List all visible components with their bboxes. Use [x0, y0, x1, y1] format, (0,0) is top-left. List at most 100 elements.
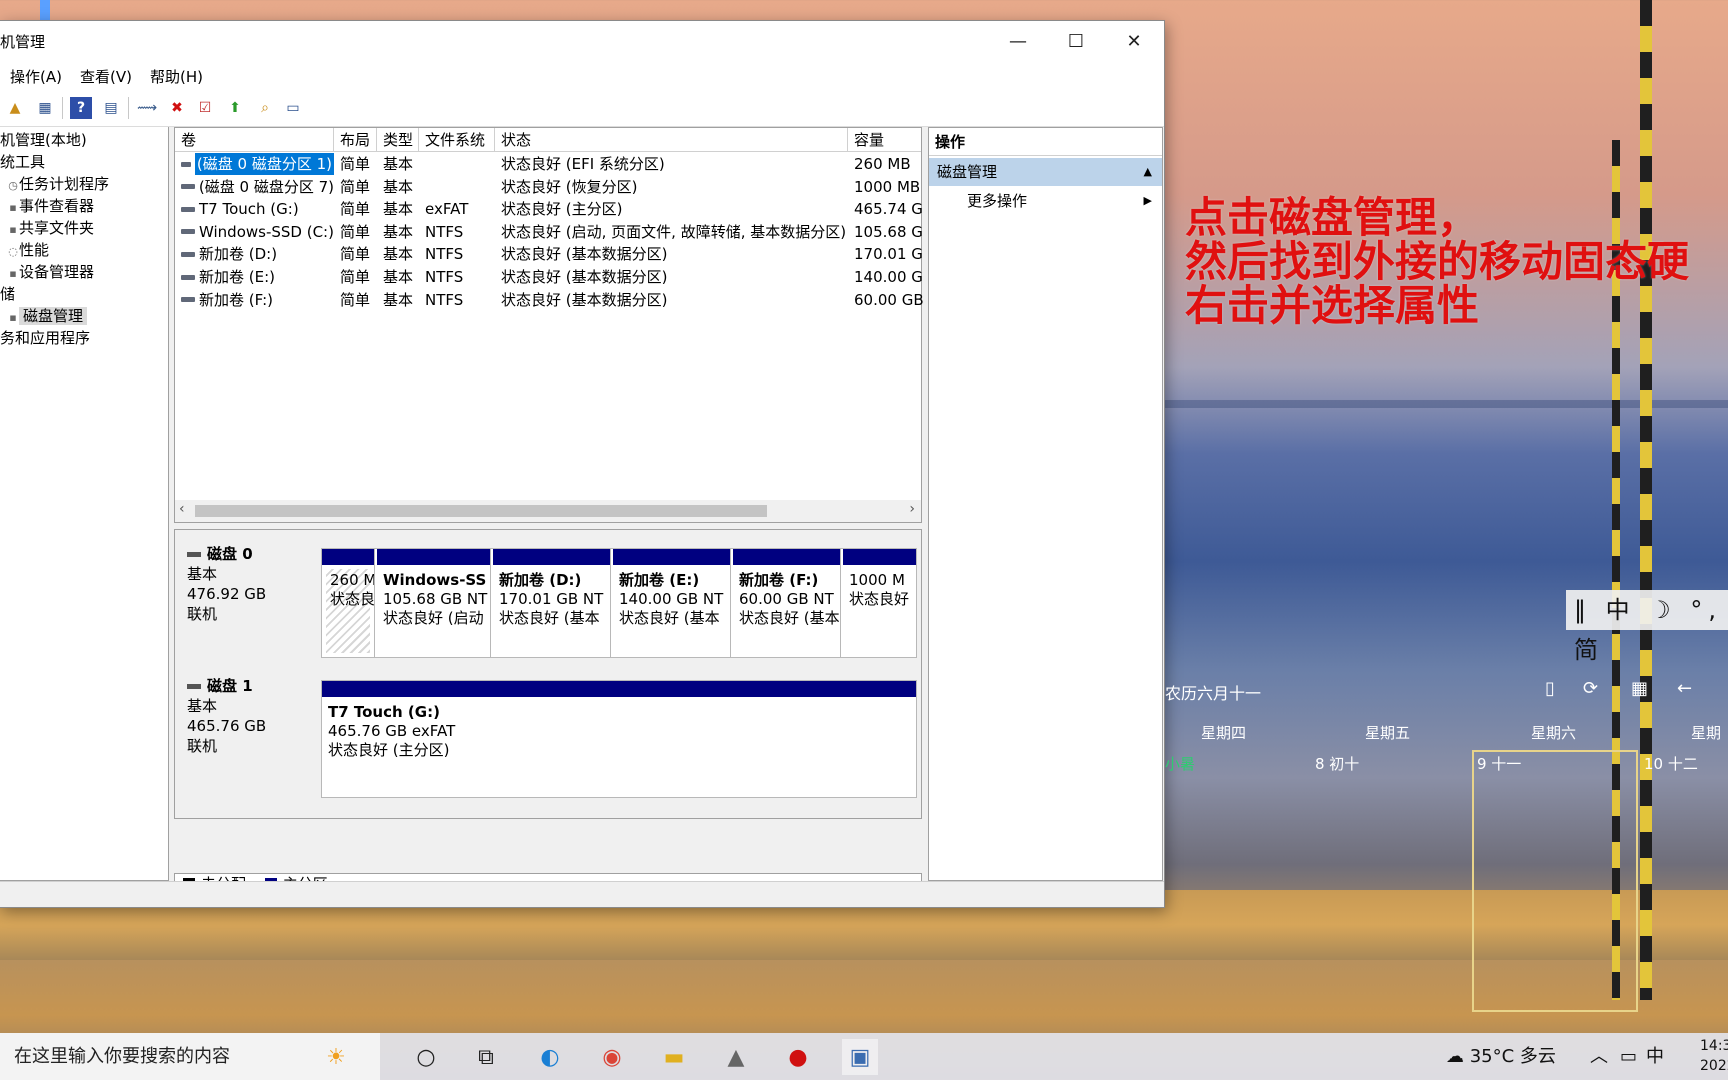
tray-weather-text: 35°C 多云: [1469, 1046, 1556, 1067]
cortana-icon[interactable]: ○: [408, 1039, 444, 1075]
record-icon[interactable]: ●: [780, 1039, 816, 1075]
show-pane-icon[interactable]: ▤: [100, 97, 122, 119]
partition-d[interactable]: 新加卷 (D:) 170.01 GB NT 状态良好 (基本: [493, 549, 611, 657]
cloud-icon: ☁: [1446, 1046, 1464, 1067]
phone-icon[interactable]: ▯: [1545, 678, 1555, 699]
disk-0-name: 磁盘 0: [187, 544, 317, 564]
scroll-right-icon[interactable]: ›: [909, 501, 915, 517]
scroll-left-icon[interactable]: ‹: [179, 501, 185, 517]
tree-item-services-and-applications[interactable]: 务和应用程序: [0, 327, 90, 349]
disk-1-label[interactable]: 磁盘 1 基本 465.76 GB 联机: [177, 666, 317, 792]
tree-item-performance[interactable]: ◌性能: [8, 239, 49, 261]
close-button[interactable]: ✕: [1105, 21, 1163, 61]
calendar-icon[interactable]: ▦: [1631, 678, 1648, 699]
volume-status: 状态良好 (主分区): [501, 200, 623, 219]
tree-item-event-viewer[interactable]: ▪ 事件查看器: [8, 195, 94, 217]
tree-item-device-manager[interactable]: ▪ 设备管理器: [8, 261, 94, 283]
volume-layout: 简单: [340, 222, 371, 241]
disk-0-size: 476.92 GB: [187, 585, 267, 603]
scrollbar-thumb[interactable]: [195, 505, 767, 517]
weekday-sun: 星期: [1691, 724, 1722, 742]
tree-item-computer-management[interactable]: 机管理(本地): [0, 129, 87, 151]
sync-icon[interactable]: ⟳: [1583, 678, 1598, 699]
tree-item-disk-management[interactable]: ▪ 磁盘管理: [8, 305, 88, 327]
properties-icon[interactable]: ▭: [282, 97, 304, 119]
tray-overflow-icon[interactable]: ︿: [1590, 1033, 1608, 1080]
minimize-button[interactable]: —: [989, 21, 1047, 61]
task-view-icon[interactable]: ⧉: [468, 1039, 504, 1075]
tray-weather[interactable]: ☁ 35°C 多云: [1446, 1033, 1556, 1080]
computer-management-icon[interactable]: ▣: [842, 1039, 878, 1075]
column-header-layout[interactable]: 布局: [334, 128, 377, 152]
horizontal-scrollbar[interactable]: ‹ ›: [175, 500, 921, 522]
volume-layout: 简单: [340, 245, 371, 264]
chrome-icon[interactable]: ◉: [594, 1039, 630, 1075]
disk-app-icon[interactable]: ▲: [718, 1039, 754, 1075]
back-arrow-icon[interactable]: ←: [1677, 678, 1692, 699]
taskbar: 在这里输入你要搜索的内容 ☀ ○ ⧉ ◐ ◉ ▬ ▲ ● ▣ ☁ 35°C 多云…: [0, 1033, 1728, 1080]
volume-row[interactable]: 新加卷 (E:) 简单 基本 NTFS 状态良好 (基本数据分区) 140.00 G: [175, 266, 923, 288]
actions-section-disk-management[interactable]: 磁盘管理 ▲: [929, 158, 1162, 186]
partition-e[interactable]: 新加卷 (E:) 140.00 GB NT 状态良好 (基本: [613, 549, 731, 657]
tree-item-storage[interactable]: 储: [0, 283, 15, 305]
volume-row[interactable]: T7 Touch (G:) 简单 基本 exFAT 状态良好 (主分区) 465.74 G: [175, 198, 923, 220]
menu-help[interactable]: 帮助(H): [150, 66, 203, 87]
partition-recovery[interactable]: 1000 M 状态良好: [843, 549, 916, 657]
file-explorer-icon[interactable]: ▬: [656, 1039, 692, 1075]
volume-capacity: 170.01 G: [854, 245, 923, 264]
column-header-volume[interactable]: 卷: [175, 128, 334, 152]
collapse-icon[interactable]: ▲: [1144, 158, 1152, 186]
partition-efi[interactable]: 260 M 状态良: [322, 549, 375, 657]
console-tree-icon[interactable]: ▦: [34, 97, 56, 119]
weather-widget-icon[interactable]: ☀: [318, 1039, 354, 1075]
tree-item-shared-folders[interactable]: ▪ 共享文件夹: [8, 217, 94, 239]
volume-row[interactable]: Windows-SSD (C:) 简单 基本 NTFS 状态良好 (启动, 页面文件, …: [175, 221, 923, 243]
volume-filesystem: NTFS: [425, 245, 464, 264]
tree-item-task-scheduler[interactable]: ◷任务计划程序: [8, 173, 109, 195]
folder-up-icon[interactable]: ▲: [4, 97, 26, 119]
event-viewer-icon: ▪: [9, 201, 17, 214]
edge-icon[interactable]: ◐: [532, 1039, 568, 1075]
search-icon[interactable]: ⌕: [254, 97, 276, 119]
menu-bar: 操作(A) 查看(V) 帮助(H): [0, 61, 1164, 89]
clock[interactable]: 14:3 2022/: [1700, 1036, 1728, 1076]
column-header-status[interactable]: 状态: [495, 128, 848, 152]
help-icon[interactable]: ?: [70, 97, 92, 119]
volume-row[interactable]: 新加卷 (D:) 简单 基本 NTFS 状态良好 (基本数据分区) 170.01 G: [175, 243, 923, 265]
volume-type: 基本: [383, 155, 414, 173]
menu-view[interactable]: 查看(V): [80, 66, 132, 87]
more-actions-label: 更多操作: [967, 192, 1028, 210]
more-actions-item[interactable]: 更多操作 ▶: [929, 188, 1162, 214]
volume-type: 基本: [383, 290, 414, 309]
column-header-capacity[interactable]: 容量: [848, 128, 923, 152]
day-8[interactable]: 8 初十: [1315, 753, 1359, 774]
menu-action[interactable]: 操作(A): [10, 66, 62, 87]
connect-icon[interactable]: ⟿: [136, 97, 158, 119]
disk-0-label[interactable]: 磁盘 0 基本 476.92 GB 联机: [177, 534, 317, 660]
partition-windows-ssd[interactable]: Windows-SS 105.68 GB NT 状态良好 (启动: [377, 549, 491, 657]
column-header-filesystem[interactable]: 文件系统: [419, 128, 495, 152]
day-solar-term[interactable]: 小暑: [1165, 753, 1195, 774]
tray-ime[interactable]: 中: [1646, 1033, 1664, 1080]
volume-icon: [181, 184, 195, 190]
partition-f[interactable]: 新加卷 (F:) 60.00 GB NT 状态良好 (基本: [733, 549, 841, 657]
volume-name: Windows-SSD (C:): [199, 222, 334, 241]
volume-capacity: 465.74 G: [854, 200, 923, 219]
volume-capacity: 1000 MB: [854, 177, 921, 196]
volume-row[interactable]: 新加卷 (F:) 简单 基本 NTFS 状态良好 (基本数据分区) 60.00 GB: [175, 289, 923, 311]
volume-type: 基本: [383, 200, 414, 219]
partition-t7-touch[interactable]: T7 Touch (G:) 465.76 GB exFAT 状态良好 (主分区): [322, 681, 916, 797]
ime-toolbar[interactable]: ‖ 中 ☽ °, 简: [1566, 590, 1728, 664]
delete-icon[interactable]: ✖: [166, 97, 188, 119]
maximize-button[interactable]: ☐: [1047, 21, 1105, 61]
upload-icon[interactable]: ⬆: [224, 97, 246, 119]
volume-row[interactable]: (磁盘 0 磁盘分区 1) 简单 基本 状态良好 (EFI 系统分区) 260 MB: [175, 153, 921, 175]
volume-row[interactable]: (磁盘 0 磁盘分区 7) 简单 基本 状态良好 (恢复分区) 1000 MB: [175, 176, 921, 198]
check-icon[interactable]: ☑: [194, 97, 216, 119]
tray-network-icon[interactable]: ▭: [1620, 1033, 1637, 1080]
disk-1-status: 联机: [187, 737, 218, 755]
column-header-type[interactable]: 类型: [377, 128, 419, 152]
performance-icon: ◌: [8, 245, 18, 258]
tree-item-system-tools[interactable]: 统工具: [0, 151, 45, 173]
day-10[interactable]: 10 十二: [1644, 753, 1698, 774]
